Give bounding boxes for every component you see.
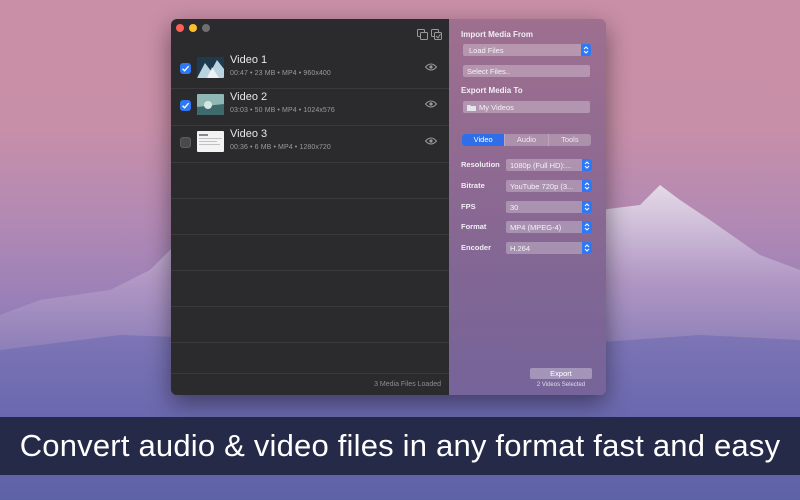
up-down-chevron-icon — [582, 242, 592, 254]
bitrate-select[interactable]: YouTube 720p (3... — [506, 180, 592, 192]
window-duplicate-icon[interactable] — [417, 29, 428, 40]
list-item[interactable]: Video 2 03:03 • 50 MB • MP4 • 1024x576 — [171, 89, 449, 126]
list-item[interactable]: Video 3 00:36 • 6 MB • MP4 • 1280x720 — [171, 126, 449, 163]
fps-label: FPS — [461, 202, 476, 211]
eye-icon[interactable] — [425, 100, 437, 108]
import-source-select[interactable]: Load Files — [463, 44, 591, 56]
encoder-select[interactable]: H.264 — [506, 242, 592, 254]
list-item[interactable]: Video 1 00:47 • 23 MB • MP4 • 960x400 — [171, 52, 449, 89]
up-down-chevron-icon — [582, 159, 592, 171]
status-text: 3 Media Files Loaded — [374, 381, 441, 388]
video-title: Video 3 — [230, 128, 268, 140]
titlebar — [171, 19, 449, 43]
resolution-label: Resolution — [461, 160, 500, 169]
folder-icon — [467, 105, 476, 111]
checkbox-icon[interactable] — [180, 137, 191, 148]
promo-banner: Convert audio & video files in any forma… — [0, 417, 800, 475]
settings-tabs: Video Audio Tools — [462, 134, 591, 146]
fps-value: 30 — [510, 203, 519, 212]
eye-icon[interactable] — [425, 63, 437, 71]
zoom-button[interactable] — [202, 24, 210, 32]
checkbox-icon[interactable] — [180, 63, 191, 74]
bitrate-label: Bitrate — [461, 181, 485, 190]
up-down-chevron-icon — [581, 44, 591, 56]
video-meta: 03:03 • 50 MB • MP4 • 1024x576 — [230, 107, 335, 114]
tab-audio[interactable]: Audio — [504, 134, 547, 146]
export-button[interactable]: Export — [530, 368, 592, 379]
empty-row — [171, 307, 449, 343]
settings-pane: Import Media From Load Files Select File… — [449, 19, 606, 395]
resolution-select[interactable]: 1080p (Full HD):... — [506, 159, 592, 171]
tab-video[interactable]: Video — [462, 134, 505, 146]
media-list: Video 1 00:47 • 23 MB • MP4 • 960x400 Vi… — [171, 52, 449, 343]
up-down-chevron-icon — [582, 180, 592, 192]
media-list-pane: Video 1 00:47 • 23 MB • MP4 • 960x400 Vi… — [171, 19, 449, 395]
import-label: Import Media From — [461, 30, 534, 39]
up-down-chevron-icon — [582, 221, 592, 233]
resolution-value: 1080p (Full HD):... — [510, 161, 572, 170]
tab-tools[interactable]: Tools — [547, 134, 591, 146]
video-thumbnail — [197, 57, 224, 78]
export-folder-name: My Videos — [479, 103, 514, 112]
export-to-label: Export Media To — [461, 86, 523, 95]
select-files-button[interactable]: Select Files.. — [463, 65, 590, 77]
empty-row — [171, 271, 449, 307]
import-source-value: Load Files — [469, 46, 504, 55]
app-window: Video 1 00:47 • 23 MB • MP4 • 960x400 Vi… — [171, 19, 606, 395]
format-select[interactable]: MP4 (MPEG-4) — [506, 221, 592, 233]
up-down-chevron-icon — [582, 201, 592, 213]
window-stack-icon[interactable] — [431, 29, 442, 40]
status-bar: 3 Media Files Loaded — [171, 373, 449, 395]
video-title: Video 1 — [230, 54, 268, 66]
empty-row — [171, 235, 449, 271]
encoder-label: Encoder — [461, 243, 492, 252]
close-button[interactable] — [176, 24, 184, 32]
video-meta: 00:36 • 6 MB • MP4 • 1280x720 — [230, 144, 331, 151]
video-title: Video 2 — [230, 91, 268, 103]
selected-count: 2 Videos Selected — [536, 382, 586, 388]
minimize-button[interactable] — [189, 24, 197, 32]
video-meta: 00:47 • 23 MB • MP4 • 960x400 — [230, 70, 331, 77]
bitrate-value: YouTube 720p (3... — [510, 182, 574, 191]
video-thumbnail — [197, 131, 224, 152]
checkbox-icon[interactable] — [180, 100, 191, 111]
empty-row — [171, 163, 449, 199]
empty-row — [171, 199, 449, 235]
export-folder-button[interactable]: My Videos — [463, 101, 590, 113]
encoder-value: H.264 — [510, 244, 531, 253]
fps-select[interactable]: 30 — [506, 201, 592, 213]
eye-icon[interactable] — [425, 137, 437, 145]
banner-text: Convert audio & video files in any forma… — [19, 428, 781, 463]
video-thumbnail — [197, 94, 224, 115]
format-value: MP4 (MPEG-4) — [510, 223, 562, 232]
format-label: Format — [461, 222, 487, 231]
